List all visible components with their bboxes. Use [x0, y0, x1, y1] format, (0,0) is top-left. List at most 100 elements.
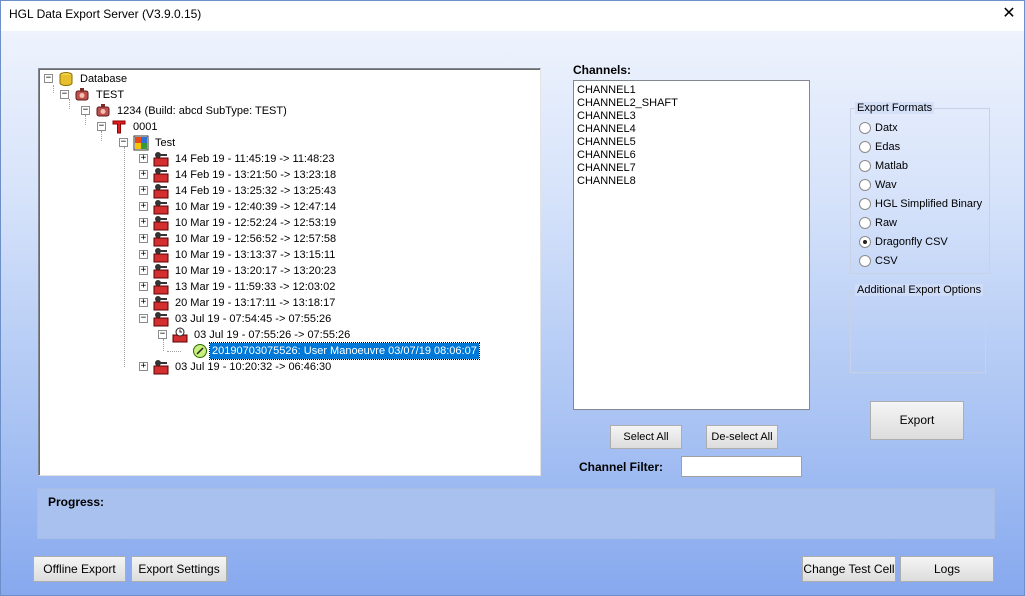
radio-button-selected[interactable] [859, 236, 871, 248]
tree-node-unit[interactable]: − 0001 [97, 119, 297, 135]
session-icon [153, 264, 169, 279]
tree-node-event[interactable]: 20190703075526: User Manoeuvre 03/07/19 … [192, 342, 522, 360]
expand-toggle[interactable]: + [139, 186, 148, 195]
deselect-all-button[interactable]: De-select All [706, 425, 778, 449]
expand-toggle[interactable]: + [139, 170, 148, 179]
channel-item[interactable]: CHANNEL6 [577, 149, 806, 162]
expand-toggle[interactable]: + [139, 362, 148, 371]
tree-label: 0001 [133, 121, 158, 133]
radio-button[interactable] [859, 141, 871, 153]
session-icon [153, 216, 169, 231]
radio-button[interactable] [859, 122, 871, 134]
tree-node-session[interactable]: + 13 Mar 19 - 11:59:33 -> 12:03:02 [139, 279, 439, 295]
app-window: HGL Data Export Server (V3.9.0.15) ✕ − D… [0, 0, 1025, 596]
tree-label: 10 Mar 19 - 13:13:37 -> 13:15:11 [175, 249, 336, 261]
offline-export-button[interactable]: Offline Export [33, 556, 126, 582]
tree-label: 13 Mar 19 - 11:59:33 -> 12:03:02 [175, 281, 336, 293]
tree-label: Test [155, 137, 176, 149]
radio-button[interactable] [859, 198, 871, 210]
collapse-toggle[interactable]: − [139, 314, 148, 323]
tree-node-test[interactable]: − Test [119, 135, 319, 151]
channel-filter-input[interactable] [681, 456, 802, 477]
channel-item[interactable]: CHANNEL3 [577, 110, 806, 123]
tree-node-session[interactable]: + 20 Mar 19 - 13:17:11 -> 13:18:17 [139, 295, 439, 311]
channel-item[interactable]: CHANNEL5 [577, 136, 806, 149]
expand-toggle[interactable]: + [139, 250, 148, 259]
radio-button[interactable] [859, 179, 871, 191]
collapse-toggle[interactable]: − [81, 106, 90, 115]
expand-toggle[interactable]: + [139, 202, 148, 211]
session-icon [153, 296, 169, 311]
radio-button[interactable] [859, 217, 871, 229]
tree-node-session[interactable]: + 03 Jul 19 - 10:20:32 -> 06:46:30 [139, 359, 439, 375]
tree-label: 10 Mar 19 - 12:56:52 -> 12:57:58 [175, 233, 337, 245]
tree-node-build[interactable]: − 1234 (Build: abcd SubType: TEST) [81, 103, 381, 119]
window-title: HGL Data Export Server (V3.9.0.15) [9, 7, 202, 21]
additional-options-group: Additional Export Options [850, 284, 986, 373]
channel-item[interactable]: CHANNEL8 [577, 175, 806, 188]
session-icon [153, 312, 169, 327]
channel-item[interactable]: CHANNEL2_SHAFT [577, 97, 806, 110]
expand-toggle[interactable]: + [139, 218, 148, 227]
expand-toggle[interactable]: + [139, 298, 148, 307]
tree-node-session[interactable]: + 14 Feb 19 - 13:21:50 -> 13:23:18 [139, 167, 439, 183]
session-icon [153, 200, 169, 215]
tree-label: Database [80, 73, 128, 85]
tree-node-session[interactable]: + 10 Mar 19 - 12:40:39 -> 12:47:14 [139, 199, 439, 215]
expand-toggle[interactable]: + [139, 282, 148, 291]
channel-filter-label: Channel Filter: [579, 460, 664, 474]
radio-button[interactable] [859, 255, 871, 267]
tree-node-session[interactable]: + 10 Mar 19 - 12:56:52 -> 12:57:58 [139, 231, 439, 247]
channel-item[interactable]: CHANNEL4 [577, 123, 806, 136]
tree-label: 14 Feb 19 - 13:21:50 -> 13:23:18 [175, 169, 337, 181]
radio-label: Edas [875, 141, 901, 153]
expand-toggle[interactable]: + [139, 266, 148, 275]
collapse-toggle[interactable]: − [119, 138, 128, 147]
test-icon [133, 135, 149, 151]
select-all-button[interactable]: Select All [610, 425, 682, 449]
channel-item[interactable]: CHANNEL7 [577, 162, 806, 175]
radio-label: HGL Simplified Binary [875, 198, 983, 210]
expand-toggle[interactable]: + [139, 154, 148, 163]
event-icon [193, 344, 207, 358]
tree-node-session[interactable]: + 10 Mar 19 - 13:20:17 -> 13:20:23 [139, 263, 439, 279]
export-button[interactable]: Export [870, 401, 964, 440]
collapse-toggle[interactable]: − [158, 330, 167, 339]
tree-label: 1234 (Build: abcd SubType: TEST) [117, 105, 287, 117]
session-icon [153, 280, 169, 295]
tree-node-session[interactable]: + 14 Feb 19 - 13:25:32 -> 13:25:43 [139, 183, 439, 199]
tree-label-selected: 20190703075526: User Manoeuvre 03/07/19 … [209, 342, 480, 360]
export-settings-button[interactable]: Export Settings [131, 556, 227, 582]
tree-node-site[interactable]: − TEST [60, 87, 260, 103]
logs-button[interactable]: Logs [900, 556, 994, 582]
radio-label: Dragonfly CSV [875, 236, 948, 248]
tree-node-session[interactable]: + 10 Mar 19 - 13:13:37 -> 13:15:11 [139, 247, 439, 263]
tree-label: 20 Mar 19 - 13:17:11 -> 13:18:17 [175, 297, 336, 309]
tree-node-session[interactable]: + 10 Mar 19 - 12:52:24 -> 12:53:19 [139, 215, 439, 231]
radio-button[interactable] [859, 160, 871, 172]
unit-t-icon [112, 120, 126, 134]
tree-label: 10 Mar 19 - 12:52:24 -> 12:53:19 [175, 217, 337, 229]
tree-node-database[interactable]: − Database [44, 71, 244, 87]
collapse-toggle[interactable]: − [60, 90, 69, 99]
session-icon [153, 360, 169, 375]
expand-toggle[interactable]: + [139, 234, 148, 243]
tree-node-session[interactable]: + 14 Feb 19 - 11:45:19 -> 11:48:23 [139, 151, 439, 167]
tree-node-sub-session[interactable]: − 03 Jul 19 - 07:55:26 -> 07:55:26 [158, 327, 458, 343]
channels-list[interactable]: CHANNEL1 CHANNEL2_SHAFT CHANNEL3 CHANNEL… [573, 80, 810, 410]
export-formats-title: Export Formats [855, 102, 935, 114]
collapse-toggle[interactable]: − [44, 74, 53, 83]
clock-session-icon [172, 327, 188, 343]
collapse-toggle[interactable]: − [97, 122, 106, 131]
tree-connector [167, 351, 181, 352]
tree-label: 14 Feb 19 - 13:25:32 -> 13:25:43 [175, 185, 337, 197]
database-tree[interactable]: − Database − TEST − 1234 (Build: abcd Su… [38, 68, 541, 476]
radio-label: Datx [875, 122, 898, 134]
radio-label: Wav [875, 179, 897, 191]
close-button[interactable]: ✕ [994, 1, 1024, 29]
session-icon [153, 248, 169, 263]
tree-node-session[interactable]: − 03 Jul 19 - 07:54:45 -> 07:55:26 [139, 311, 439, 327]
change-test-cell-button[interactable]: Change Test Cell [802, 556, 896, 582]
tree-label: 14 Feb 19 - 11:45:19 -> 11:48:23 [175, 153, 335, 165]
channel-item[interactable]: CHANNEL1 [577, 84, 806, 97]
